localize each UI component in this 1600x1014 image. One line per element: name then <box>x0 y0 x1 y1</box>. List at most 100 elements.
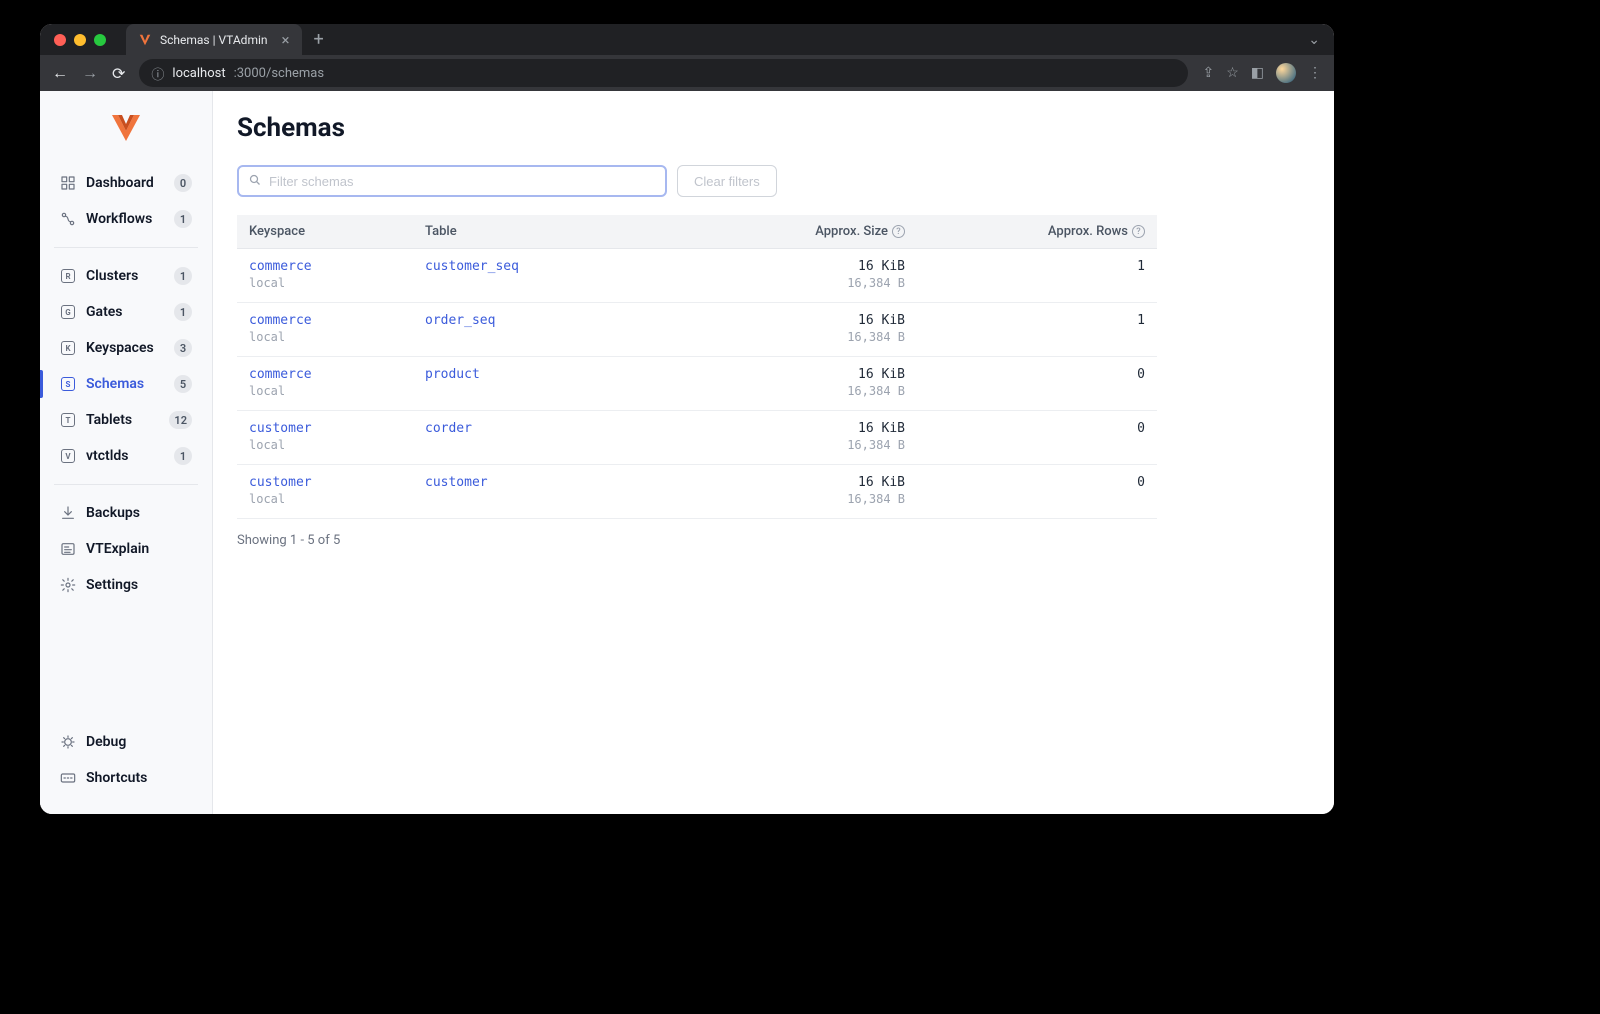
schemas-icon: S <box>60 376 76 392</box>
table-link[interactable]: product <box>425 367 705 382</box>
sidebar-item-label: Keyspaces <box>86 340 164 356</box>
cell-rows: 1 <box>917 303 1157 357</box>
share-icon[interactable]: ⇪ <box>1202 65 1214 81</box>
sidebar-item-label: Gates <box>86 304 164 320</box>
col-approx-size: Approx. Size? <box>717 215 917 249</box>
sidebar-divider <box>54 484 198 485</box>
keyspace-link[interactable]: customer <box>249 421 401 436</box>
site-info-icon[interactable]: ⓘ <box>151 64 164 83</box>
col-table: Table <box>413 215 717 249</box>
sidebar-item-vtctlds[interactable]: V vtctlds 1 <box>50 438 202 474</box>
url-host: localhost <box>172 66 225 81</box>
cell-table: corder <box>413 411 717 465</box>
sidebar-item-tablets[interactable]: T Tablets 12 <box>50 402 202 438</box>
sidebar-item-label: Schemas <box>86 376 164 392</box>
sidebar-item-shortcuts[interactable]: Shortcuts <box>50 760 202 796</box>
logo-wrap <box>40 105 212 165</box>
size-value: 16 KiB <box>729 259 905 274</box>
sidebar: Dashboard 0 Workflows 1 R Clusters 1 G G… <box>40 91 213 814</box>
sidebar-item-clusters[interactable]: R Clusters 1 <box>50 258 202 294</box>
sidebar-item-vtexplain[interactable]: VTExplain <box>50 531 202 567</box>
schemas-table: Keyspace Table Approx. Size? Approx. Row… <box>237 215 1157 519</box>
rows-value: 0 <box>929 421 1145 436</box>
cell-rows: 1 <box>917 249 1157 303</box>
debug-icon <box>60 734 76 750</box>
sidebar-item-keyspaces[interactable]: K Keyspaces 3 <box>50 330 202 366</box>
browser-tab[interactable]: Schemas | VTAdmin × <box>126 24 302 55</box>
sidebar-item-badge: 1 <box>174 267 192 285</box>
cell-keyspace: customer local <box>237 465 413 519</box>
toolbar-right: ⇪ ☆ ◧ ⋮ <box>1202 63 1322 83</box>
sidebar-item-label: vtctlds <box>86 448 164 464</box>
size-bytes: 16,384 B <box>729 330 905 344</box>
keyspace-link[interactable]: customer <box>249 475 401 490</box>
sidebar-item-badge: 1 <box>174 447 192 465</box>
table-header-row: Keyspace Table Approx. Size? Approx. Row… <box>237 215 1157 249</box>
browser-toolbar: ← → ⟳ ⓘ localhost:3000/schemas ⇪ ☆ ◧ ⋮ <box>40 55 1334 91</box>
sidebar-item-badge: 1 <box>174 303 192 321</box>
sidebar-item-badge: 1 <box>174 210 192 228</box>
minimize-window-button[interactable] <box>74 34 86 46</box>
tab-close-icon[interactable]: × <box>282 31 290 49</box>
clusters-icon: R <box>60 268 76 284</box>
bookmark-icon[interactable]: ☆ <box>1226 65 1239 81</box>
cell-keyspace: commerce local <box>237 249 413 303</box>
keyspace-link[interactable]: commerce <box>249 313 401 328</box>
gates-icon: G <box>60 304 76 320</box>
table-link[interactable]: customer <box>425 475 705 490</box>
rows-value: 1 <box>929 313 1145 328</box>
cell-table: order_seq <box>413 303 717 357</box>
panel-icon[interactable]: ◧ <box>1251 65 1264 81</box>
sidebar-item-debug[interactable]: Debug <box>50 724 202 760</box>
vitess-logo-icon[interactable] <box>110 111 142 143</box>
table-row: commerce local product 16 KiB 16,384 B 0 <box>237 357 1157 411</box>
sidebar-item-settings[interactable]: Settings <box>50 567 202 603</box>
cell-table: customer_seq <box>413 249 717 303</box>
table-link[interactable]: order_seq <box>425 313 705 328</box>
sidebar-item-label: VTExplain <box>86 541 192 557</box>
sidebar-item-gates[interactable]: G Gates 1 <box>50 294 202 330</box>
size-value: 16 KiB <box>729 475 905 490</box>
tab-title: Schemas | VTAdmin <box>160 33 268 47</box>
table-link[interactable]: corder <box>425 421 705 436</box>
help-icon[interactable]: ? <box>892 225 905 238</box>
table-link[interactable]: customer_seq <box>425 259 705 274</box>
sidebar-item-schemas[interactable]: S Schemas 5 <box>50 366 202 402</box>
cell-keyspace: commerce local <box>237 303 413 357</box>
sidebar-item-backups[interactable]: Backups <box>50 495 202 531</box>
sidebar-item-label: Dashboard <box>86 175 164 191</box>
sidebar-item-badge: 3 <box>174 339 192 357</box>
size-bytes: 16,384 B <box>729 492 905 506</box>
cell-size: 16 KiB 16,384 B <box>717 357 917 411</box>
forward-button[interactable]: → <box>82 63 98 83</box>
sidebar-item-badge: 5 <box>174 375 192 393</box>
keyspace-link[interactable]: commerce <box>249 259 401 274</box>
tablets-icon: T <box>60 412 76 428</box>
maximize-window-button[interactable] <box>94 34 106 46</box>
cell-table: product <box>413 357 717 411</box>
cluster-label: local <box>249 384 401 398</box>
help-icon[interactable]: ? <box>1132 225 1145 238</box>
search-box[interactable] <box>237 165 667 197</box>
clear-filters-button[interactable]: Clear filters <box>677 165 777 197</box>
cell-size: 16 KiB 16,384 B <box>717 303 917 357</box>
app-root: Dashboard 0 Workflows 1 R Clusters 1 G G… <box>40 91 1334 814</box>
table-row: commerce local order_seq 16 KiB 16,384 B… <box>237 303 1157 357</box>
close-window-button[interactable] <box>54 34 66 46</box>
sidebar-item-workflows[interactable]: Workflows 1 <box>50 201 202 237</box>
pagination-summary: Showing 1 - 5 of 5 <box>237 533 1310 548</box>
filter-row: Clear filters <box>237 165 1310 197</box>
keyspace-link[interactable]: commerce <box>249 367 401 382</box>
menu-icon[interactable]: ⋮ <box>1308 65 1322 81</box>
size-bytes: 16,384 B <box>729 384 905 398</box>
filter-input[interactable] <box>269 174 655 189</box>
vtctlds-icon: V <box>60 448 76 464</box>
back-button[interactable]: ← <box>52 63 68 83</box>
address-bar[interactable]: ⓘ localhost:3000/schemas <box>139 59 1188 87</box>
new-tab-button[interactable]: + <box>314 29 324 50</box>
reload-button[interactable]: ⟳ <box>112 64 125 83</box>
sidebar-item-dashboard[interactable]: Dashboard 0 <box>50 165 202 201</box>
rows-value: 1 <box>929 259 1145 274</box>
window-chevron-icon[interactable]: ⌄ <box>1308 32 1320 48</box>
profile-avatar[interactable] <box>1276 63 1296 83</box>
